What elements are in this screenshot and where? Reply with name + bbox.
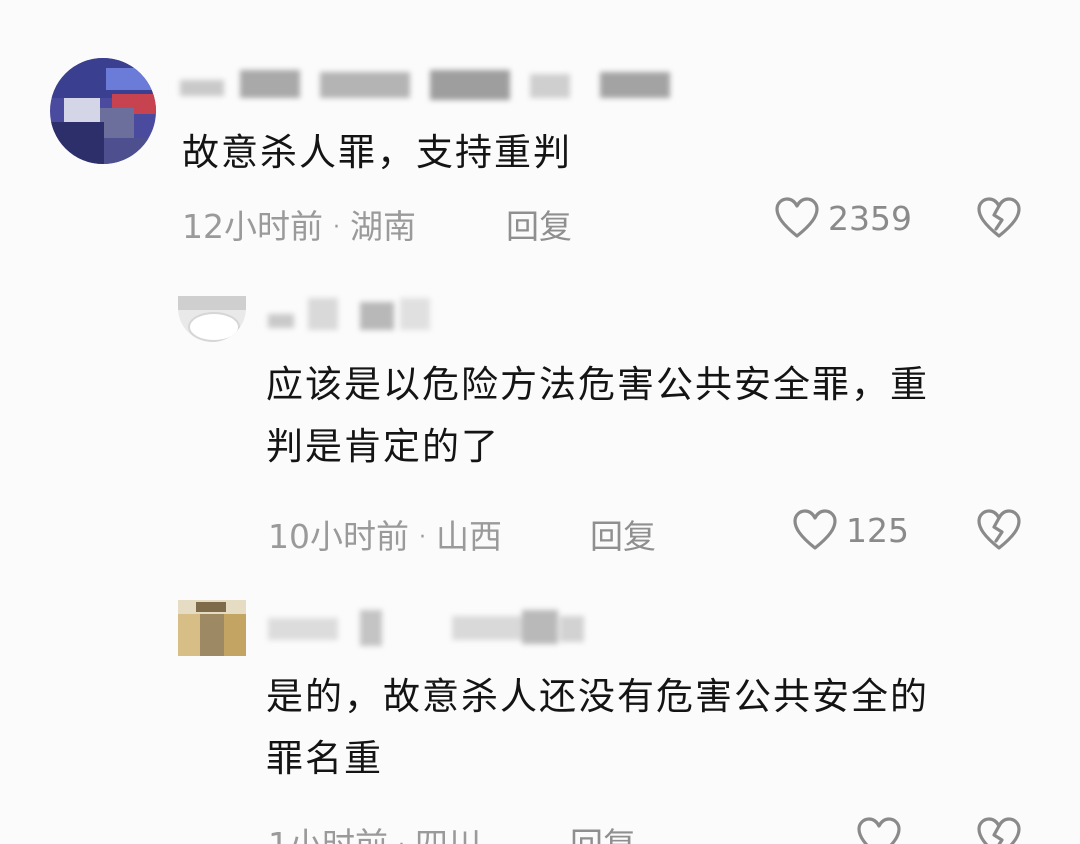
user-avatar[interactable] [178,296,246,342]
comment-text-line: 罪名重 [266,737,383,780]
username-blurred[interactable] [268,296,438,334]
blur-blob [268,618,338,640]
comment-text-line: 是的，故意杀人还没有危害公共安全的 [266,675,929,718]
meta-separator: · [333,215,340,240]
like-count: 125 [846,510,909,550]
heart-outline-icon [775,197,819,238]
avatar-pixel [200,614,224,656]
reply-button[interactable]: 回复 [570,818,636,844]
blur-blob [452,616,522,640]
comment-meta: 1小时前 · 四川 [268,818,481,844]
blur-blob [180,80,224,96]
comment-thread: 故意杀人罪，支持重判 12小时前 · 湖南 回复 2359 应该是以危险方法危害公共… [0,0,1080,844]
blur-blob [320,72,410,98]
reply-button[interactable]: 回复 [506,200,572,248]
comment-time: 10小时前 [268,517,409,556]
comment-text: 故意杀人罪，支持重判 [182,131,572,174]
meta-separator: · [398,833,405,844]
blur-blob [268,314,294,328]
heart-outline-icon [793,509,837,550]
username-blurred[interactable] [268,608,588,646]
avatar-pixel [178,614,200,656]
meta-separator: · [419,525,426,550]
avatar-pixel [104,138,156,164]
comment-time: 1小时前 [268,825,388,844]
blur-blob [360,610,382,646]
blur-blob [522,610,558,644]
user-avatar[interactable] [50,58,156,164]
broken-heart-icon [977,197,1021,238]
comment-location: 湖南 [350,207,416,246]
blur-blob [530,74,570,98]
avatar-pixel [178,296,246,310]
blur-blob [400,298,430,330]
broken-heart-icon [977,817,1021,844]
reply-button[interactable]: 回复 [590,510,656,558]
comment-time: 12小时前 [182,207,323,246]
blur-blob [360,302,394,330]
comment-meta: 12小时前 · 湖南 [182,200,416,248]
blur-blob [240,70,300,98]
comment-meta: 10小时前 · 山西 [268,510,502,558]
blur-blob [560,616,584,642]
avatar-pixel [64,98,100,122]
dislike-button[interactable] [976,816,1022,844]
comment-text: 是的，故意杀人还没有危害公共安全的 罪名重 [266,666,929,790]
comment-location: 四川 [415,825,481,844]
dislike-button[interactable] [976,196,1022,244]
like-count: 2359 [828,198,912,238]
avatar-pixel [196,602,226,612]
like-button[interactable]: 125 [792,508,909,552]
blur-blob [600,72,670,98]
avatar-pixel [50,122,104,164]
like-button[interactable]: 2359 [774,196,912,240]
comment-location: 山西 [436,517,502,556]
blur-blob [430,70,510,100]
comment-text-line: 判是肯定的了 [266,425,500,468]
blur-blob [308,298,338,330]
avatar-pixel [100,108,134,138]
comment-text-line: 应该是以危险方法危害公共安全罪，重 [266,363,929,406]
like-button[interactable] [856,816,902,844]
broken-heart-icon [977,509,1021,550]
avatar-pixel [106,68,156,90]
username-blurred[interactable] [180,66,680,104]
dislike-button[interactable] [976,508,1022,556]
comment-text: 应该是以危险方法危害公共安全罪，重 判是肯定的了 [266,354,929,478]
heart-outline-icon [857,817,901,844]
user-avatar[interactable] [178,600,246,656]
avatar-pixel [224,614,246,656]
avatar-pixel [188,312,240,342]
